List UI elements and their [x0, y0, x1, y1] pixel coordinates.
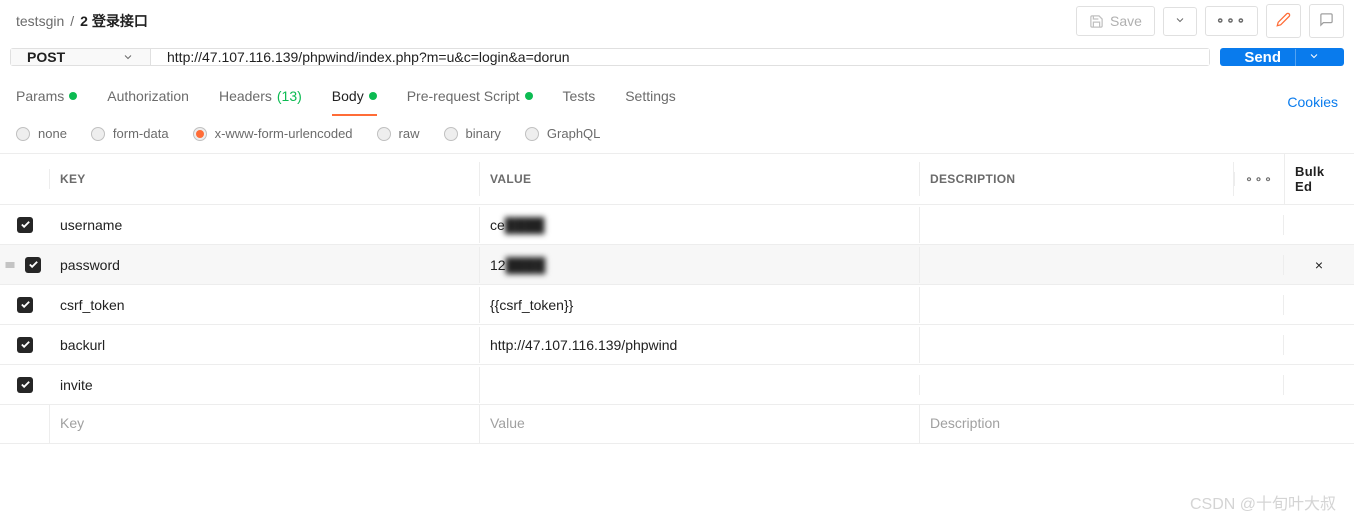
delete-row-button[interactable]: ×: [1284, 247, 1354, 283]
row-checkbox[interactable]: [17, 377, 33, 393]
radio-icon: [16, 127, 30, 141]
breadcrumb-sep: /: [70, 13, 74, 29]
row-checkbox[interactable]: [25, 257, 41, 273]
table-row: backurlhttp://47.107.116.139/phpwind: [0, 324, 1354, 364]
workspace-name[interactable]: testsgin: [16, 13, 64, 29]
radio-icon: [525, 127, 539, 141]
tab-body[interactable]: Body: [332, 88, 377, 116]
more-options-button[interactable]: ∘∘∘: [1205, 6, 1258, 36]
cell-key[interactable]: backurl: [50, 327, 480, 363]
dot-icon: [525, 92, 533, 100]
url-input[interactable]: [151, 49, 1209, 65]
body-type-none[interactable]: none: [16, 126, 67, 141]
cell-value[interactable]: http://47.107.116.139/phpwind: [480, 327, 920, 363]
save-icon: [1089, 14, 1104, 29]
th-key: KEY: [50, 162, 480, 196]
radio-icon: [193, 127, 207, 141]
cell-value[interactable]: 12████: [480, 247, 920, 283]
new-desc-input[interactable]: Description: [920, 405, 1354, 443]
method-label: POST: [27, 49, 65, 65]
body-params-table: KEY VALUE DESCRIPTION ∘∘∘ Bulk Ed userna…: [0, 153, 1354, 444]
row-checkbox[interactable]: [17, 297, 33, 313]
table-row: password12████ ×: [0, 244, 1354, 284]
new-value-input[interactable]: Value: [480, 405, 920, 443]
request-name[interactable]: 2 登录接口: [80, 11, 148, 31]
cell-value[interactable]: ce████: [480, 207, 920, 243]
cell-value[interactable]: {{csrf_token}}: [480, 287, 920, 323]
radio-icon: [91, 127, 105, 141]
row-checkbox[interactable]: [17, 337, 33, 353]
save-label: Save: [1110, 13, 1142, 29]
cookies-link[interactable]: Cookies: [1287, 94, 1338, 110]
body-type-formdata[interactable]: form-data: [91, 126, 169, 141]
th-description: DESCRIPTION: [920, 162, 1234, 196]
cell-key[interactable]: csrf_token: [50, 287, 480, 323]
tab-prerequest[interactable]: Pre-request Script: [407, 88, 533, 116]
tab-settings[interactable]: Settings: [625, 88, 676, 116]
body-type-graphql[interactable]: GraphQL: [525, 126, 600, 141]
radio-icon: [377, 127, 391, 141]
send-label: Send: [1244, 49, 1281, 66]
save-dropdown-button[interactable]: [1163, 7, 1197, 36]
send-dropdown[interactable]: [1295, 49, 1320, 66]
tab-params[interactable]: Params: [16, 88, 77, 116]
dot-icon: [369, 92, 377, 100]
body-type-raw[interactable]: raw: [377, 126, 420, 141]
method-select[interactable]: POST: [11, 49, 151, 65]
cell-description[interactable]: [920, 375, 1284, 395]
table-row: invite: [0, 364, 1354, 404]
comments-button[interactable]: [1309, 4, 1344, 38]
cell-key[interactable]: username: [50, 207, 480, 243]
watermark: CSDN @十旬叶大叔: [1190, 490, 1336, 514]
table-row: usernamece████: [0, 204, 1354, 244]
tab-headers[interactable]: Headers (13): [219, 88, 302, 116]
save-button: Save: [1076, 6, 1155, 36]
cell-description[interactable]: [920, 215, 1284, 235]
body-type-urlencoded[interactable]: x-www-form-urlencoded: [193, 126, 353, 141]
comment-icon: [1319, 12, 1334, 27]
edit-button[interactable]: [1266, 4, 1301, 38]
body-type-binary[interactable]: binary: [444, 126, 501, 141]
chevron-down-icon: [122, 51, 134, 63]
radio-icon: [444, 127, 458, 141]
table-row: csrf_token{{csrf_token}}: [0, 284, 1354, 324]
send-button[interactable]: Send: [1220, 48, 1344, 66]
cell-key[interactable]: password: [50, 247, 480, 283]
tab-tests[interactable]: Tests: [563, 88, 596, 116]
th-value: VALUE: [480, 162, 920, 196]
cell-description[interactable]: [920, 255, 1284, 275]
cell-key[interactable]: invite: [50, 367, 480, 403]
breadcrumb: testsgin / 2 登录接口: [16, 11, 148, 31]
bulk-edit-button[interactable]: Bulk Ed: [1284, 154, 1354, 204]
chevron-down-icon: [1308, 50, 1320, 62]
pencil-icon: [1276, 12, 1291, 27]
cell-description[interactable]: [920, 295, 1284, 315]
row-checkbox[interactable]: [17, 217, 33, 233]
chevron-down-icon: [1174, 14, 1186, 26]
dot-icon: [69, 92, 77, 100]
cell-description[interactable]: [920, 335, 1284, 355]
tab-authorization[interactable]: Authorization: [107, 88, 189, 116]
new-key-input[interactable]: Key: [50, 405, 480, 443]
cell-value[interactable]: [480, 375, 920, 395]
drag-handle-icon[interactable]: [4, 259, 16, 271]
columns-options-button[interactable]: ∘∘∘: [1234, 172, 1284, 186]
